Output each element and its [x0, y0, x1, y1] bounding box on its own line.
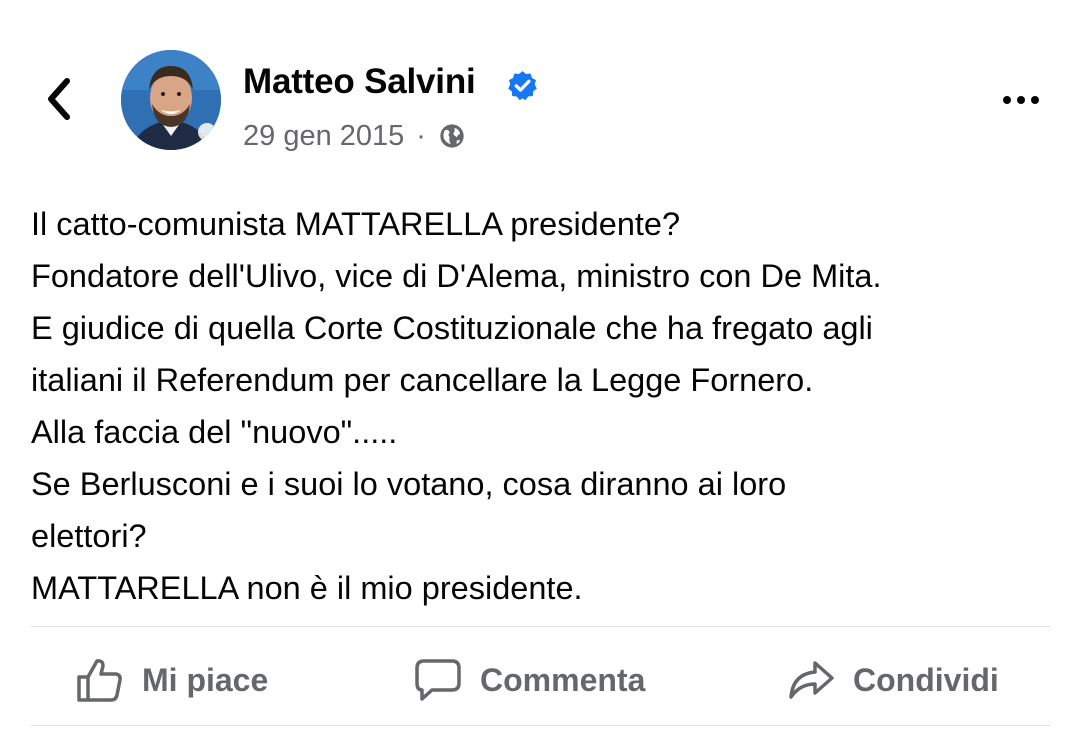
globe-icon — [440, 124, 464, 148]
comment-icon — [415, 659, 461, 701]
post-text-line: E giudice di quella Corte Costituzionale… — [31, 310, 873, 346]
post-text-line: Se Berlusconi e i suoi lo votano, cosa d… — [31, 466, 787, 502]
post-text: Il catto-comunista MATTARELLA presidente… — [31, 198, 1061, 614]
comment-button[interactable]: Commenta — [414, 650, 645, 710]
post-text-line: Alla faccia del "nuovo"..... — [31, 414, 398, 450]
share-button[interactable]: Condividi — [787, 650, 999, 710]
ellipsis-icon — [1003, 96, 1039, 104]
comment-label: Commenta — [480, 661, 646, 698]
share-label: Condividi — [853, 661, 999, 698]
profile-photo — [121, 50, 221, 150]
thumbs-up-icon — [77, 659, 122, 702]
like-button[interactable]: Mi piace — [76, 650, 268, 710]
verified-badge-icon — [508, 71, 537, 101]
chevron-left-icon — [48, 78, 70, 120]
post-text-line: Fondatore dell'Ulivo, vice di D'Alema, m… — [31, 258, 882, 294]
divider-top — [31, 626, 1050, 627]
more-options-button[interactable] — [996, 82, 1046, 118]
post-date[interactable]: 29 gen 2015 — [243, 120, 404, 153]
like-label: Mi piace — [142, 661, 269, 698]
post-meta: 29 gen 2015 · — [243, 116, 466, 156]
meta-separator: · — [416, 119, 426, 152]
post-text-line: italiani il Referendum per cancellare la… — [31, 362, 814, 398]
author-name[interactable]: Matteo Salvini — [243, 62, 476, 102]
post-text-line: elettori? — [31, 518, 147, 554]
divider-bottom — [31, 725, 1050, 726]
post-text-line: Il catto-comunista MATTARELLA presidente… — [31, 206, 681, 242]
back-button[interactable] — [38, 74, 82, 124]
share-icon — [789, 661, 834, 699]
avatar[interactable] — [121, 50, 221, 150]
post-text-line: MATTARELLA non è il mio presidente. — [31, 570, 583, 606]
